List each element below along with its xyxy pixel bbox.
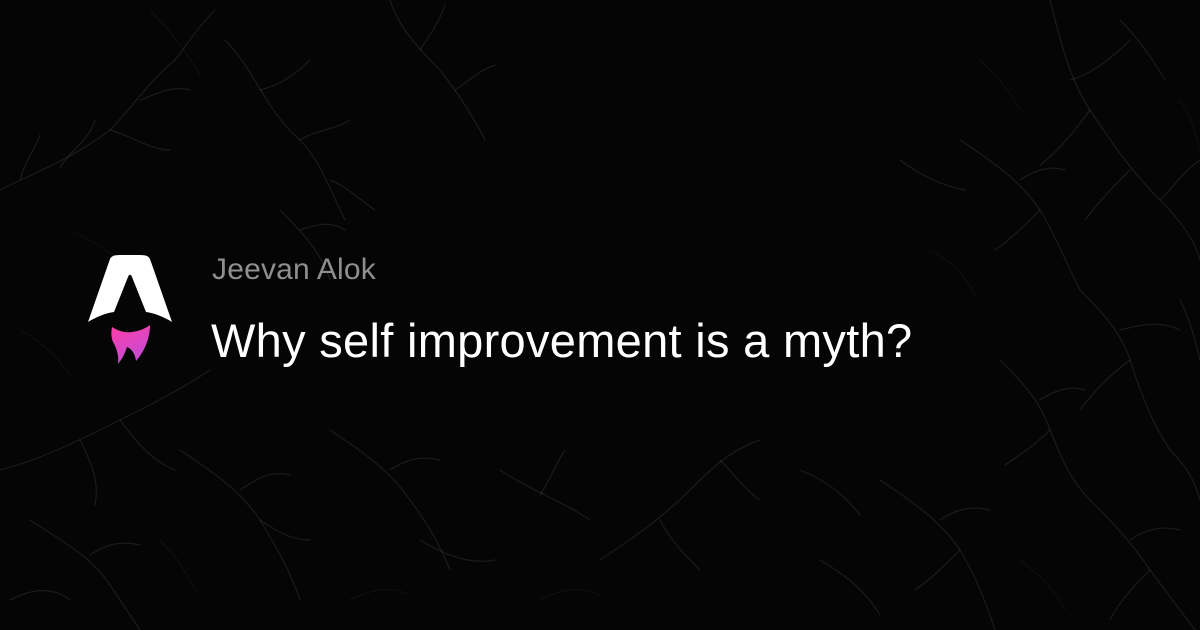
astro-logo-icon <box>88 255 172 364</box>
author-name: Jeevan Alok <box>212 253 376 286</box>
og-card: Jeevan Alok Why self improvement is a my… <box>0 0 1200 630</box>
post-title: Why self improvement is a myth? <box>211 314 913 367</box>
